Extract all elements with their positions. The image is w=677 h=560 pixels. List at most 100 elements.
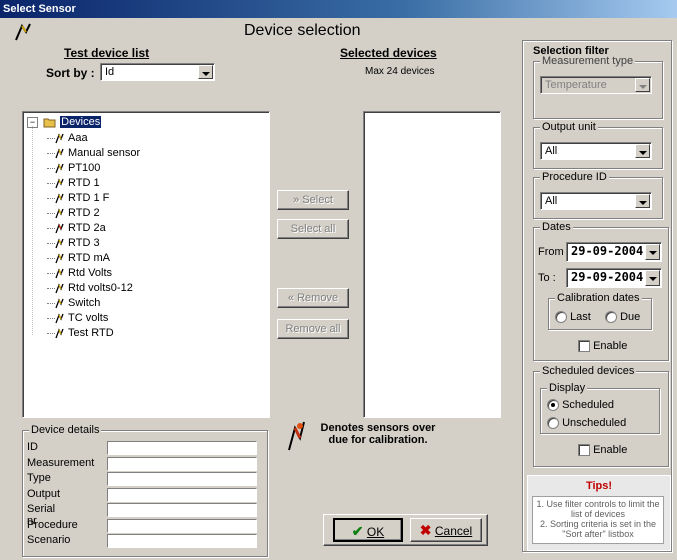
- dates-group: Dates From 29-09-2004 To : 29-09-2004 Ca…: [533, 221, 669, 361]
- radio-unscheduled[interactable]: Unscheduled: [547, 417, 626, 430]
- sensor-icon: [55, 193, 64, 204]
- from-label: From: [538, 246, 564, 258]
- tree-item[interactable]: Manual sensor: [47, 147, 140, 160]
- radio-icon[interactable]: [555, 311, 567, 324]
- chevron-down-icon[interactable]: [645, 244, 660, 260]
- checkbox-icon[interactable]: [578, 340, 590, 353]
- chevron-down-icon[interactable]: [635, 194, 650, 208]
- sensor-icon: [55, 208, 64, 219]
- detail-value-box: [107, 487, 257, 502]
- chevron-down-icon[interactable]: [635, 78, 650, 92]
- detail-label: Procedure: [27, 518, 78, 531]
- remove-all-button[interactable]: Remove all: [277, 319, 349, 339]
- detail-label: Type: [27, 472, 51, 484]
- display-legend: Display: [547, 382, 588, 394]
- detail-value-box: [107, 534, 257, 548]
- sensor-icon: [55, 223, 64, 234]
- sensor-icon: [55, 148, 64, 159]
- tree-item[interactable]: Rtd volts0-12: [47, 282, 133, 295]
- tree-item[interactable]: RTD mA: [47, 252, 110, 265]
- measurement-type-select[interactable]: Temperature: [540, 76, 652, 94]
- scheduled-devices-legend: Scheduled devices: [540, 365, 637, 377]
- tree-item-label: RTD 2: [68, 207, 100, 219]
- select-all-button[interactable]: Select all: [277, 219, 349, 239]
- tree-item[interactable]: TC volts: [47, 312, 108, 325]
- radio-icon[interactable]: [547, 417, 559, 430]
- chevron-down-icon[interactable]: [635, 144, 650, 158]
- chevron-down-icon[interactable]: [198, 65, 213, 79]
- selected-devices-list[interactable]: [363, 111, 501, 418]
- tree-item-label: RTD mA: [68, 252, 110, 264]
- dates-enable-checkbox[interactable]: Enable: [578, 340, 627, 353]
- device-details-legend: Device details: [29, 424, 102, 436]
- detail-label: Measurement: [27, 456, 95, 469]
- overdue-sensor-icon: [288, 421, 305, 451]
- tree-item[interactable]: Rtd Volts: [47, 267, 112, 280]
- radio-scheduled[interactable]: Scheduled: [547, 399, 614, 412]
- to-date-picker[interactable]: 29-09-2004: [566, 268, 662, 288]
- sensor-icon: [55, 313, 64, 324]
- chevron-down-icon[interactable]: [645, 270, 660, 286]
- sensor-icon: [55, 133, 64, 144]
- tree-item-label: TC volts: [68, 312, 109, 324]
- radio-icon[interactable]: [605, 311, 617, 324]
- procedure-id-legend: Procedure ID: [540, 171, 609, 183]
- scheduled-enable-checkbox[interactable]: Enable: [578, 444, 627, 457]
- tree-item-label: Switch: [68, 297, 101, 309]
- sensor-icon: [55, 163, 64, 174]
- tree-item-label: RTD 1: [68, 177, 100, 189]
- sort-by-select[interactable]: Id: [100, 63, 215, 81]
- from-date-picker[interactable]: 29-09-2004: [566, 242, 662, 262]
- tip-line: 2. Sorting criteria is set in the "Sort …: [539, 519, 657, 539]
- sensor-icon: [55, 298, 64, 309]
- tree-item-label: Aaa: [68, 132, 88, 144]
- calibration-dates-legend: Calibration dates: [555, 292, 642, 304]
- output-unit-legend: Output unit: [540, 121, 598, 133]
- procedure-id-select[interactable]: All: [540, 192, 652, 210]
- tree-root-label: Devices: [60, 116, 102, 128]
- detail-value-box: [107, 472, 257, 486]
- tips-text-box: 1. Use filter controls to limit the list…: [532, 496, 664, 544]
- tree-item-label: Manual sensor: [68, 147, 141, 159]
- cancel-button[interactable]: ✖ Cancel: [410, 518, 482, 542]
- device-details-group: Device details ID Measurement Type Output Se…: [22, 424, 268, 557]
- sensor-icon: [55, 283, 64, 294]
- dates-legend: Dates: [540, 221, 573, 233]
- radio-checked-icon[interactable]: [547, 399, 559, 412]
- radio-last[interactable]: Last: [555, 311, 591, 324]
- measurement-type-legend: Measurement type: [540, 55, 636, 67]
- test-list-heading: Test device list: [64, 46, 150, 60]
- tree-item-label: PT100: [68, 162, 101, 174]
- detail-label: Scenario: [27, 534, 71, 546]
- dialog-body: Device selection Test device list Sort b…: [0, 18, 677, 560]
- tree-item-label: RTD 2a: [68, 222, 106, 234]
- display-group: Display Scheduled Unscheduled: [540, 382, 660, 434]
- tree-item-label: Rtd Volts: [68, 267, 113, 279]
- output-unit-group: Output unit All: [533, 121, 663, 169]
- detail-value-box: [107, 441, 257, 455]
- double-arrow-right-icon: »: [293, 194, 300, 206]
- detail-label: Output: [27, 487, 61, 500]
- tree-item-label: RTD 3: [68, 237, 100, 249]
- radio-due[interactable]: Due: [605, 311, 640, 324]
- to-label: To :: [538, 272, 556, 284]
- tree-item[interactable]: Test RTD: [47, 327, 114, 340]
- select-button[interactable]: » Select: [277, 190, 349, 210]
- selection-filter-panel: Selection filter Measurement type Temper…: [522, 40, 672, 552]
- ok-button[interactable]: ✔ OK: [333, 518, 403, 542]
- tips-title: Tips!: [585, 480, 613, 492]
- tree-item[interactable]: RTD 1 F: [47, 192, 109, 205]
- sort-label: Sort by :: [46, 66, 95, 80]
- tips-panel: Tips! 1. Use filter controls to limit th…: [527, 475, 671, 551]
- detail-value-box: [107, 456, 257, 471]
- checkbox-icon[interactable]: [578, 444, 590, 457]
- device-tree[interactable]: − Devices Aaa Manual sensor PT100 RTD 1 RTD …: [22, 111, 270, 418]
- output-unit-select[interactable]: All: [540, 142, 652, 160]
- tree-item-label: RTD 1 F: [68, 192, 110, 204]
- window-title: Select Sensor: [0, 0, 677, 18]
- remove-button[interactable]: « Remove: [277, 288, 349, 308]
- sensor-icon: [55, 328, 64, 339]
- calibration-dates-group: Calibration dates Last Due: [548, 292, 652, 330]
- sensor-icon: [55, 178, 64, 189]
- scheduled-devices-group: Scheduled devices Display Scheduled Unsc…: [533, 365, 669, 467]
